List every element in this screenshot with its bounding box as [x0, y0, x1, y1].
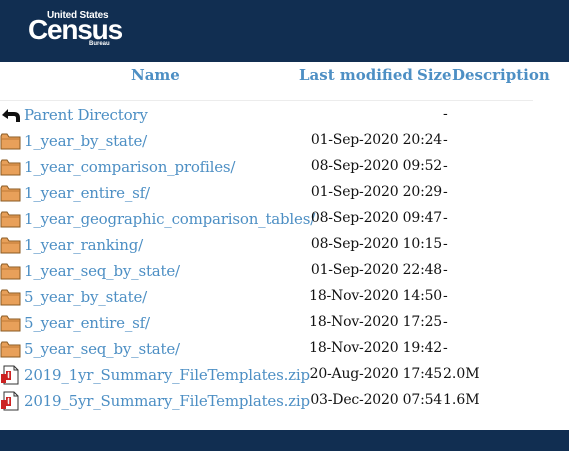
folder-icon: [0, 261, 22, 281]
last-modified-date: 01-Sep-2020 20:24: [310, 132, 442, 148]
file-row: 1_year_geographic_comparison_tables/08-S…: [0, 207, 569, 233]
last-modified-date: 18-Nov-2020 14:50: [309, 288, 442, 304]
file-size: 2.0M: [443, 366, 480, 382]
folder-icon: [0, 183, 22, 203]
file-row: 2019_5yr_Summary_FileTemplates.zip 03-Dec…: [0, 389, 569, 415]
last-modified-date: 01-Sep-2020 20:29: [310, 184, 442, 200]
back-arrow-icon: [0, 105, 22, 125]
file-size: -: [443, 340, 448, 356]
last-modified-date: 08-Sep-2020 09:52: [310, 158, 442, 174]
file-link[interactable]: 5_year_entire_sf/: [24, 314, 150, 332]
parent-directory-row: Parent Directory -: [0, 103, 569, 129]
last-modified-date: 18-Nov-2020 19:42: [309, 340, 442, 356]
file-row: 1_year_entire_sf/01-Sep-2020 20:29-: [0, 181, 569, 207]
last-modified-date: 03-Dec-2020 07:54: [310, 392, 442, 408]
file-link[interactable]: 1_year_by_state/: [24, 132, 147, 150]
file-link[interactable]: 2019_5yr_Summary_FileTemplates.zip: [24, 392, 310, 410]
file-link[interactable]: 5_year_seq_by_state/: [24, 340, 180, 358]
file-size: -: [443, 184, 448, 200]
file-size: -: [443, 158, 448, 174]
file-link[interactable]: 5_year_by_state/: [24, 288, 147, 306]
file-row: 1_year_by_state/01-Sep-2020 20:24-: [0, 129, 569, 155]
file-link[interactable]: 2019_1yr_Summary_FileTemplates.zip: [24, 366, 310, 384]
census-logo[interactable]: United States Census Bureau: [28, 10, 123, 52]
name-column-header[interactable]: Name: [131, 66, 180, 84]
description-column-header[interactable]: Description: [452, 66, 550, 84]
file-link[interactable]: 1_year_entire_sf/: [24, 184, 150, 202]
folder-icon: [0, 313, 22, 333]
header-divider: [0, 100, 533, 101]
folder-icon: [0, 287, 22, 307]
folder-icon: [0, 131, 22, 151]
size-column-header[interactable]: Size: [417, 66, 452, 84]
file-link[interactable]: 1_year_seq_by_state/: [24, 262, 180, 280]
file-size: -: [443, 236, 448, 252]
parent-size: -: [443, 106, 448, 122]
last-modified-date: 08-Sep-2020 10:15: [310, 236, 442, 252]
folder-icon: [0, 235, 22, 255]
file-row: 1_year_seq_by_state/01-Sep-2020 22:48-: [0, 259, 569, 285]
last-modified-date: 01-Sep-2020 22:48: [310, 262, 442, 278]
file-row: 1_year_ranking/08-Sep-2020 10:15-: [0, 233, 569, 259]
file-row: 5_year_by_state/18-Nov-2020 14:50-: [0, 285, 569, 311]
file-size: -: [443, 262, 448, 278]
file-link[interactable]: 1_year_ranking/: [24, 236, 143, 254]
file-size: -: [443, 314, 448, 330]
file-size: 1.6M: [443, 392, 480, 408]
last-modified-column-header[interactable]: Last modified: [299, 66, 413, 84]
last-modified-date: 20-Aug-2020 17:45: [309, 366, 443, 382]
folder-icon: [0, 157, 22, 177]
folder-icon: [0, 339, 22, 359]
file-link[interactable]: 1_year_comparison_profiles/: [24, 158, 235, 176]
file-size: -: [443, 132, 448, 148]
file-row: 1_year_comparison_profiles/08-Sep-2020 0…: [0, 155, 569, 181]
file-size: -: [443, 210, 448, 226]
file-link[interactable]: 1_year_geographic_comparison_tables/: [24, 210, 315, 228]
site-header: United States Census Bureau: [0, 0, 569, 62]
site-footer: [0, 430, 569, 451]
logo-sub-text: Bureau: [89, 41, 110, 47]
folder-icon: [0, 209, 22, 229]
compressed-file-icon: [0, 391, 22, 411]
last-modified-date: 18-Nov-2020 17:25: [309, 314, 442, 330]
parent-directory-link[interactable]: Parent Directory: [24, 106, 148, 124]
compressed-file-icon: [0, 365, 22, 385]
last-modified-date: 08-Sep-2020 09:47: [310, 210, 442, 226]
file-row: 5_year_entire_sf/18-Nov-2020 17:25-: [0, 311, 569, 337]
file-row: 2019_1yr_Summary_FileTemplates.zip 20-Aug…: [0, 363, 569, 389]
file-size: -: [443, 288, 448, 304]
file-row: 5_year_seq_by_state/18-Nov-2020 19:42-: [0, 337, 569, 363]
